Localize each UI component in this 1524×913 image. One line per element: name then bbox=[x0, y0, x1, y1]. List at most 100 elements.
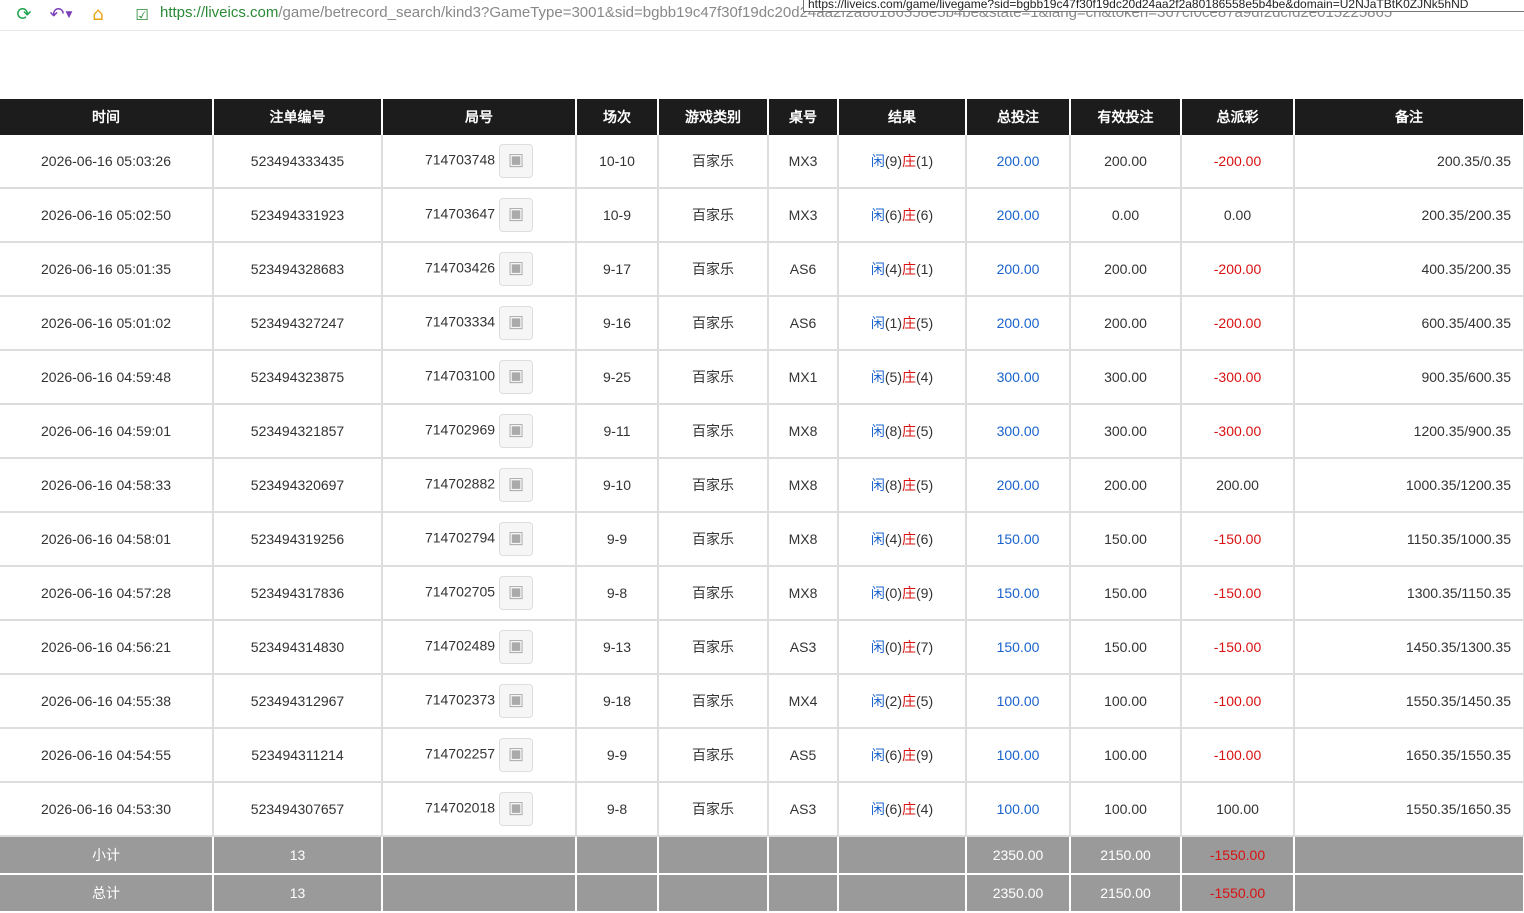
result-player-label: 闲 bbox=[870, 315, 885, 331]
result-player-value: (0) bbox=[884, 639, 902, 655]
video-replay-icon[interactable]: ▣ bbox=[499, 738, 534, 772]
video-replay-icon[interactable]: ▣ bbox=[499, 522, 534, 556]
table-row: 2026-06-16 05:02:50 523494331923 714703647… bbox=[0, 188, 1524, 243]
table-row: 2026-06-16 05:01:02 523494327247 714703334… bbox=[0, 296, 1524, 351]
summary-empty-cell bbox=[838, 836, 967, 875]
result-player-label: 闲 bbox=[870, 261, 885, 277]
table-row: 2026-06-16 04:56:21 523494314830 714702489… bbox=[0, 620, 1524, 675]
cell-game-type: 百家乐 bbox=[658, 458, 769, 513]
cell-session: 9-13 bbox=[576, 620, 659, 675]
result-banker-value: (6) bbox=[916, 207, 934, 223]
cell-valid-bet: 150.00 bbox=[1070, 620, 1182, 675]
video-replay-icon[interactable]: ▣ bbox=[499, 792, 534, 826]
cell-total-bet: 200.00 bbox=[966, 242, 1071, 297]
cell-table: AS3 bbox=[768, 620, 839, 675]
video-replay-icon[interactable]: ▣ bbox=[499, 198, 534, 232]
video-replay-icon[interactable]: ▣ bbox=[499, 252, 534, 286]
cell-game-type: 百家乐 bbox=[658, 728, 769, 783]
result-banker-value: (9) bbox=[916, 585, 934, 601]
result-player-label: 闲 bbox=[870, 639, 885, 655]
result-banker-value: (4) bbox=[916, 801, 934, 817]
reload-icon[interactable]: ⟳ bbox=[13, 4, 35, 26]
video-replay-icon[interactable]: ▣ bbox=[499, 630, 534, 664]
video-replay-icon[interactable]: ▣ bbox=[499, 468, 534, 502]
cell-payout: 200.00 bbox=[1181, 458, 1295, 513]
result-player-value: (9) bbox=[884, 153, 902, 169]
cell-game-type: 百家乐 bbox=[658, 242, 769, 297]
video-replay-icon[interactable]: ▣ bbox=[499, 684, 534, 718]
result-player-value: (5) bbox=[884, 369, 902, 385]
cell-time: 2026-06-16 04:58:33 bbox=[0, 458, 214, 513]
video-replay-icon[interactable]: ▣ bbox=[499, 576, 534, 610]
cell-round: 714702373 ▣ bbox=[382, 674, 577, 729]
cell-total-bet: 200.00 bbox=[966, 188, 1071, 243]
cell-game-type: 百家乐 bbox=[658, 188, 769, 243]
table-row: 2026-06-16 04:59:01 523494321857 714702969… bbox=[0, 404, 1524, 459]
cell-session: 9-9 bbox=[576, 728, 659, 783]
result-player-label: 闲 bbox=[870, 585, 885, 601]
cell-round: 714703334 ▣ bbox=[382, 296, 577, 351]
header-total-bet: 总投注 bbox=[966, 99, 1071, 135]
round-number: 714702969 bbox=[424, 421, 496, 438]
video-replay-icon[interactable]: ▣ bbox=[499, 144, 534, 178]
cell-game-type: 百家乐 bbox=[658, 674, 769, 729]
cell-payout: -200.00 bbox=[1181, 242, 1295, 297]
cell-result: 闲(0)庄(7) bbox=[838, 620, 967, 675]
summary-note bbox=[1294, 874, 1524, 913]
cell-game-type: 百家乐 bbox=[658, 782, 769, 837]
cell-total-bet: 150.00 bbox=[966, 566, 1071, 621]
video-replay-icon[interactable]: ▣ bbox=[499, 360, 534, 394]
result-player-label: 闲 bbox=[870, 207, 885, 223]
result-player-value: (4) bbox=[884, 261, 902, 277]
cell-time: 2026-06-16 04:56:21 bbox=[0, 620, 214, 675]
cell-note: 900.35/600.35 bbox=[1294, 350, 1524, 405]
result-banker-label: 庄 bbox=[902, 639, 916, 655]
cell-bet-id: 523494323875 bbox=[213, 350, 383, 405]
cell-session: 9-17 bbox=[576, 242, 659, 297]
cell-bet-id: 523494333435 bbox=[213, 135, 383, 189]
result-banker-value: (5) bbox=[916, 423, 934, 439]
cell-bet-id: 523494328683 bbox=[213, 242, 383, 297]
cell-session: 9-10 bbox=[576, 458, 659, 513]
round-number: 714702882 bbox=[424, 475, 496, 492]
result-player-value: (6) bbox=[884, 207, 902, 223]
cell-session: 10-10 bbox=[576, 135, 659, 189]
result-banker-label: 庄 bbox=[902, 801, 916, 817]
table-row: 2026-06-16 04:58:33 523494320697 714702882… bbox=[0, 458, 1524, 513]
round-number: 714703748 bbox=[424, 151, 496, 168]
cell-valid-bet: 200.00 bbox=[1070, 296, 1182, 351]
cell-table: MX8 bbox=[768, 458, 839, 513]
cell-valid-bet: 300.00 bbox=[1070, 404, 1182, 459]
table-row: 2026-06-16 05:01:35 523494328683 714703426… bbox=[0, 242, 1524, 297]
cell-bet-id: 523494319256 bbox=[213, 512, 383, 567]
table-row: 2026-06-16 05:03:26 523494333435 714703748… bbox=[0, 135, 1524, 189]
result-player-label: 闲 bbox=[870, 153, 885, 169]
cell-game-type: 百家乐 bbox=[658, 296, 769, 351]
video-replay-icon[interactable]: ▣ bbox=[499, 414, 534, 448]
cell-valid-bet: 200.00 bbox=[1070, 458, 1182, 513]
cell-total-bet: 100.00 bbox=[966, 728, 1071, 783]
table-header-row: 时间 注单编号 局号 场次 游戏类别 桌号 结果 总投注 有效投注 总派彩 备注 bbox=[0, 99, 1524, 135]
cell-session: 9-8 bbox=[576, 782, 659, 837]
cell-time: 2026-06-16 04:53:30 bbox=[0, 782, 214, 837]
header-payout: 总派彩 bbox=[1181, 99, 1295, 135]
cell-session: 9-8 bbox=[576, 566, 659, 621]
result-banker-value: (7) bbox=[916, 639, 934, 655]
cell-time: 2026-06-16 04:58:01 bbox=[0, 512, 214, 567]
cell-result: 闲(0)庄(9) bbox=[838, 566, 967, 621]
dropdown-arrow-icon[interactable]: ▼ bbox=[64, 4, 74, 26]
bet-record-table: 时间 注单编号 局号 场次 游戏类别 桌号 结果 总投注 有效投注 总派彩 备注… bbox=[0, 99, 1524, 913]
summary-total-bet: 2350.00 bbox=[966, 836, 1071, 875]
cell-bet-id: 523494331923 bbox=[213, 188, 383, 243]
video-replay-icon[interactable]: ▣ bbox=[499, 306, 534, 340]
cell-table: MX8 bbox=[768, 512, 839, 567]
cell-table: AS6 bbox=[768, 296, 839, 351]
round-number: 714702705 bbox=[424, 583, 496, 600]
home-icon[interactable]: ⌂ bbox=[87, 4, 109, 26]
cell-note: 600.35/400.35 bbox=[1294, 296, 1524, 351]
cell-round: 714702018 ▣ bbox=[382, 782, 577, 837]
cell-bet-id: 523494311214 bbox=[213, 728, 383, 783]
result-player-label: 闲 bbox=[870, 369, 885, 385]
cell-game-type: 百家乐 bbox=[658, 620, 769, 675]
result-player-value: (2) bbox=[884, 693, 902, 709]
